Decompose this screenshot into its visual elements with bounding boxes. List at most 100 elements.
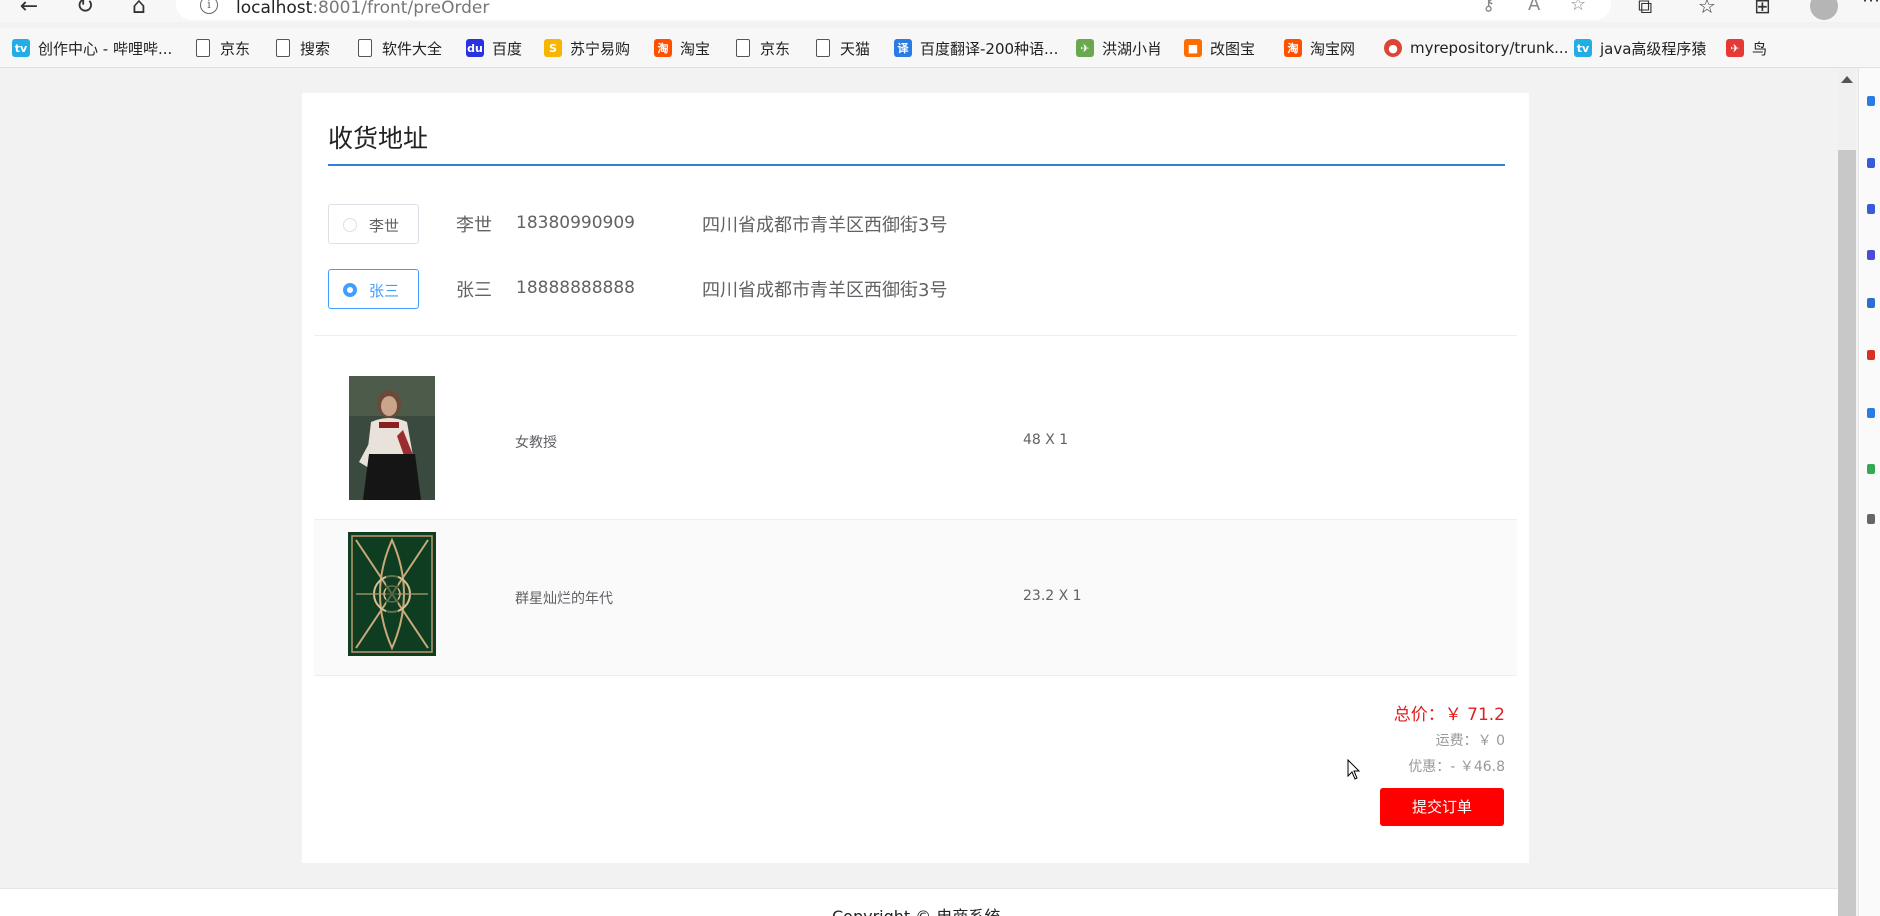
gaitubao-icon: ■ <box>1184 39 1202 57</box>
bookmark-item[interactable]: 京东 <box>196 36 250 60</box>
radio-checked-icon <box>343 283 357 297</box>
url-path: :8001/front/preOrder <box>312 0 490 18</box>
sidebar-tool-icon[interactable] <box>1867 464 1875 474</box>
extensions-icon[interactable]: ⧉ <box>1638 0 1652 18</box>
divider <box>314 335 1517 336</box>
browser-nav-bar: ← ↻ ⌂ i localhost:8001/front/preOrder ⚷ … <box>0 0 1880 22</box>
order-total: 总价：￥ 71.2 <box>1393 705 1505 725</box>
bilibili-icon: tv <box>12 39 30 57</box>
book-cover-image[interactable] <box>348 532 436 656</box>
bookmark-label: java高级程序猿 <box>1600 39 1707 58</box>
url-text[interactable]: localhost:8001/front/preOrder <box>236 0 489 18</box>
order-item-row: 女教授 48 X 1 <box>314 364 1517 520</box>
sidebar-tool-icon[interactable] <box>1867 158 1875 168</box>
bookmark-item[interactable]: tv java高级程序猿 <box>1574 36 1706 60</box>
page-icon <box>196 39 210 57</box>
book-cover-image[interactable] <box>349 376 435 500</box>
sidebar-tool-icon[interactable] <box>1867 204 1875 214</box>
recipient-address: 四川省成都市青羊区西御街3号 <box>702 215 948 236</box>
scrollbar-thumb[interactable] <box>1838 150 1856 916</box>
bookmark-item[interactable]: ● myrepository/trunk... <box>1384 36 1568 60</box>
favorites-icon[interactable]: ☆ <box>1698 0 1716 18</box>
address-bar[interactable]: i localhost:8001/front/preOrder ⚷ A ☆ <box>176 0 1611 20</box>
bookmark-label: 鸟 <box>1752 39 1768 58</box>
bookmark-label: 洪湖小肖 <box>1102 39 1163 58</box>
page-footer: Copyright © 电商系统 <box>0 888 1838 916</box>
copyright-text: Copyright © 电商系统 <box>832 903 1000 916</box>
bird-icon: ✈ <box>1726 39 1744 57</box>
key-icon[interactable]: ⚷ <box>1482 0 1495 15</box>
browser-sidebar <box>1858 68 1880 916</box>
refresh-icon[interactable]: ↻ <box>70 0 100 20</box>
sidebar-tool-icon[interactable] <box>1867 298 1875 308</box>
bookmark-label: 淘宝 <box>680 39 711 58</box>
radio-label: 李世 <box>369 217 400 235</box>
order-card: 收货地址 李世 李世 18380990909 四川省成都市青羊区西御街3号 张三… <box>302 93 1529 863</box>
bookmark-item[interactable]: 天猫 <box>816 36 870 60</box>
title-underline <box>328 164 1505 166</box>
address-row: 张三 张三 18888888888 四川省成都市青羊区西御街3号 <box>328 269 1228 309</box>
suning-icon: S <box>544 39 562 57</box>
bookmark-item[interactable]: 搜索 <box>276 36 330 60</box>
page-scrollbar[interactable] <box>1838 68 1856 916</box>
sidebar-search-icon[interactable] <box>1867 96 1875 106</box>
bookmark-item[interactable]: 淘淘宝网 <box>1284 36 1355 60</box>
sidebar-tool-icon[interactable] <box>1867 350 1875 360</box>
site-info-icon[interactable]: i <box>200 0 218 14</box>
scroll-up-arrow-icon[interactable] <box>1841 76 1853 83</box>
page-icon <box>276 39 290 57</box>
bookmark-item[interactable]: S 苏宁易购 <box>544 36 630 60</box>
bilibili-icon: tv <box>1574 39 1592 57</box>
recipient-phone: 18888888888 <box>516 278 635 298</box>
bookmark-item[interactable]: 淘淘宝 <box>654 36 710 60</box>
back-arrow-icon[interactable]: ← <box>14 0 44 20</box>
bookmark-label: 京东 <box>760 39 791 58</box>
bookmark-label: 软件大全 <box>382 39 443 58</box>
address-row: 李世 李世 18380990909 四川省成都市青羊区西御街3号 <box>328 204 1228 244</box>
bookmark-label: 搜索 <box>300 39 331 58</box>
item-price-quantity: 48 X 1 <box>1023 432 1069 448</box>
bookmark-label: 天猫 <box>840 39 871 58</box>
order-item-row: 群星灿烂的年代 23.2 X 1 <box>314 520 1517 676</box>
page-icon <box>816 39 830 57</box>
bookmark-item[interactable]: 译百度翻译-200种语... <box>894 36 1058 60</box>
bookmark-item[interactable]: tv 创作中心 - 哔哩哔... <box>12 36 172 60</box>
sidebar-tool-icon[interactable] <box>1867 408 1875 418</box>
recipient-address: 四川省成都市青羊区西御街3号 <box>702 280 948 301</box>
taobao-icon: 淘 <box>654 39 672 57</box>
recipient-name: 张三 <box>456 280 492 301</box>
bookmark-label: 百度 <box>492 39 523 58</box>
home-icon[interactable]: ⌂ <box>124 0 154 20</box>
add-favorite-icon[interactable]: ☆ <box>1570 0 1586 15</box>
sidebar-tool-icon[interactable] <box>1867 250 1875 260</box>
bookmark-label: 京东 <box>220 39 251 58</box>
page-icon <box>736 39 750 57</box>
address-radio-button[interactable]: 张三 <box>328 269 419 309</box>
recipient-name: 李世 <box>456 215 492 236</box>
shipping-fee: 运费：￥ 0 <box>1435 733 1505 749</box>
page-icon <box>358 39 372 57</box>
bookmark-label: myrepository/trunk... <box>1410 39 1569 57</box>
baidu-icon: du <box>466 39 484 57</box>
section-title: 收货地址 <box>328 124 429 153</box>
bookmark-item[interactable]: ✈ 鸟 <box>1726 36 1767 60</box>
bookmark-label: 改图宝 <box>1210 39 1256 58</box>
profile-avatar[interactable] <box>1810 0 1838 20</box>
bookmark-item[interactable]: ✈ 洪湖小肖 <box>1076 36 1162 60</box>
bookmark-item[interactable]: 软件大全 <box>358 36 442 60</box>
bookmark-item[interactable]: 京东 <box>736 36 790 60</box>
more-menu-icon[interactable]: ⋯ <box>1862 0 1880 11</box>
bookmark-item[interactable]: du 百度 <box>466 36 522 60</box>
bookmark-label: 创作中心 - 哔哩哔... <box>38 39 173 58</box>
submit-order-button[interactable]: 提交订单 <box>1380 788 1504 826</box>
address-radio-button[interactable]: 李世 <box>328 204 419 244</box>
item-title[interactable]: 群星灿烂的年代 <box>515 588 613 608</box>
item-title[interactable]: 女教授 <box>515 432 557 452</box>
sidebar-add-icon[interactable] <box>1867 514 1875 524</box>
collections-icon[interactable]: ⊞ <box>1754 0 1771 18</box>
translate-icon: 译 <box>894 39 912 57</box>
radio-circle-icon <box>343 218 357 232</box>
discount-amount: 优惠：- ￥46.8 <box>1408 759 1505 775</box>
read-aloud-icon[interactable]: A <box>1528 0 1540 15</box>
bookmark-item[interactable]: ■ 改图宝 <box>1184 36 1255 60</box>
